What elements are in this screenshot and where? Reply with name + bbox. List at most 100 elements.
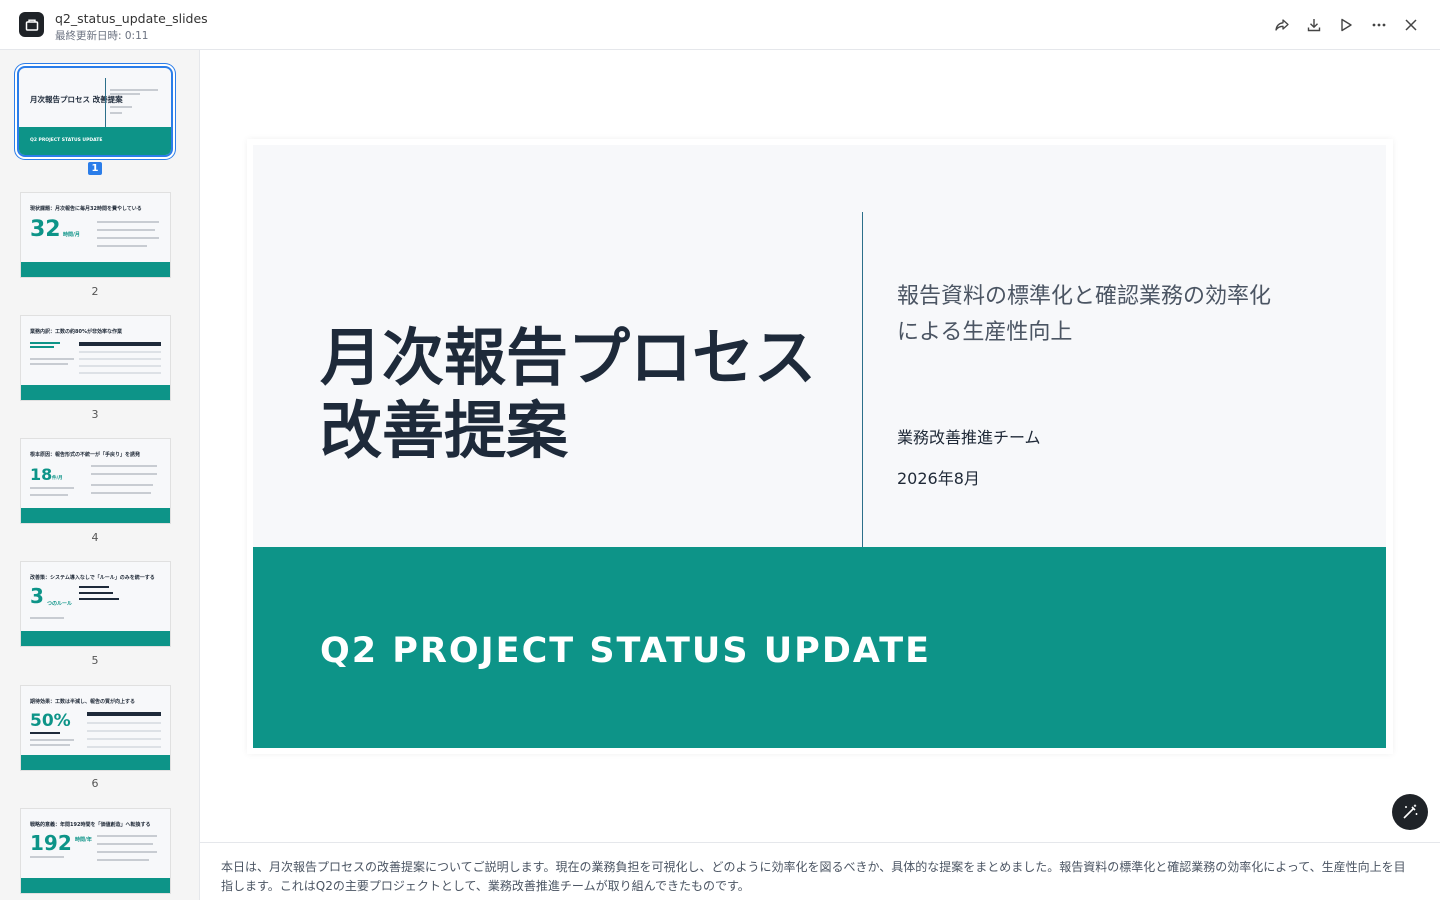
thumbnail-page-number: 5	[91, 654, 99, 667]
magic-wand-icon	[1403, 804, 1418, 819]
thumbnail-slide-2[interactable]: 現状課題：月次報告に毎月32時間を費やしている 32 時間/月	[21, 193, 170, 277]
thumbnail-text-line	[97, 221, 159, 223]
thumbnail-page-number: 2	[91, 285, 99, 298]
thumbnail-table-row	[87, 730, 161, 732]
thumbnail-text-line	[91, 492, 151, 494]
download-button[interactable]	[1302, 13, 1326, 37]
thumbnail-text-line	[30, 494, 68, 496]
last-modified: 最終更新日時: 0:11	[55, 30, 149, 42]
slide-team: 業務改善推進チーム	[897, 428, 1041, 447]
share-button[interactable]	[1270, 13, 1294, 37]
thumbnail-band	[21, 384, 170, 400]
thumbnail-band	[21, 630, 170, 646]
thumbnail-big-number: 192	[30, 831, 72, 855]
thumbnail-page-number: 1	[0, 161, 190, 175]
more-icon	[1372, 23, 1386, 27]
thumbnail-big-unit: 時間/年	[75, 837, 92, 843]
thumbnail-text-line	[30, 856, 64, 858]
thumbnail-text-line	[30, 363, 68, 365]
thumbnail-big-number: 3	[30, 584, 44, 608]
thumbnail-title: 期待効果：工数は半減し、報告の質が向上する	[30, 699, 136, 705]
thumbnail-text-line	[97, 851, 157, 853]
thumbnail-text-line	[97, 245, 147, 247]
speaker-notes[interactable]: 本日は、月次報告プロセスの改善提案についてご説明します。現在の業務負担を可視化し…	[200, 842, 1440, 900]
thumbnail-big-number: 50%	[30, 711, 71, 731]
ai-assist-button[interactable]	[1392, 794, 1428, 830]
thumbnail-band	[21, 877, 170, 893]
thumbnail-table-header	[79, 342, 161, 346]
slide-divider	[862, 212, 863, 548]
more-button[interactable]	[1367, 13, 1391, 37]
thumbnail-band	[21, 754, 170, 770]
thumbnail-title: 現状課題：月次報告に毎月32時間を費やしている	[30, 206, 142, 212]
thumbnail-band	[21, 261, 170, 277]
thumbnail-text-line	[79, 592, 113, 594]
thumbnail-highlight	[30, 342, 66, 351]
thumbnail-big-number: 32	[30, 217, 61, 242]
thumbnail-text-line	[97, 835, 157, 837]
current-slide[interactable]: 月次報告プロセス 改善提案 報告資料の標準化と確認業務の効率化による生産性向上 …	[253, 145, 1386, 748]
thumbnail-title: 根本原因：報告形式の不統一が「手戻り」を誘発	[30, 452, 141, 458]
thumbnail-band	[21, 507, 170, 523]
thumbnail-page-number: 6	[91, 777, 99, 790]
document-title: q2_status_update_slides	[55, 11, 208, 26]
thumbnail-text-line	[79, 598, 119, 600]
play-icon	[1341, 18, 1352, 32]
thumbnail-slide-6[interactable]: 期待効果：工数は半減し、報告の質が向上する 50%	[21, 686, 170, 770]
thumbnail-title: 戦略的意義：年間192時間を「価値創造」へ転換する	[30, 822, 151, 828]
thumbnail-big-number: 18	[30, 465, 53, 484]
slide-title: 月次報告プロセス 改善提案	[320, 321, 817, 467]
share-icon	[1275, 19, 1289, 31]
thumbnail-title: 業務内訳：工数の約80%が非効率な作業	[30, 329, 122, 335]
thumbnail-text-line	[97, 229, 155, 231]
download-icon	[1307, 19, 1321, 32]
thumbnail-table-row	[87, 738, 161, 740]
thumbnail-text-line	[91, 465, 157, 467]
slide-date: 2026年8月	[897, 469, 980, 488]
thumbnail-table-row	[79, 351, 161, 353]
thumbnail-text-line	[79, 586, 109, 588]
slide-band-text: Q2 PROJECT STATUS UPDATE	[320, 631, 932, 671]
slide-band: Q2 PROJECT STATUS UPDATE	[253, 547, 1386, 748]
thumbnail-text-line	[30, 739, 74, 741]
present-button[interactable]	[1334, 13, 1358, 37]
thumbnail-divider	[105, 78, 106, 128]
app-icon	[19, 12, 44, 37]
thumbnail-page-number: 4	[91, 531, 99, 544]
thumbnail-text-line	[91, 473, 157, 475]
close-icon	[1405, 19, 1417, 31]
thumbnail-title: 月次報告プロセス 改善提案	[30, 95, 123, 104]
thumbnail-band: Q2 PROJECT STATUS UPDATE	[19, 127, 171, 155]
thumbnail-text-line	[110, 106, 132, 108]
thumbnail-page-number: 3	[91, 408, 99, 421]
thumbnail-title: 改善策：システム導入なしで「ルール」のみを統一する	[30, 575, 155, 581]
top-bar: q2_status_update_slides 最終更新日時: 0:11	[0, 0, 1440, 50]
thumbnail-slide-4[interactable]: 根本原因：報告形式の不統一が「手戻り」を誘発 18 件/月	[21, 439, 170, 523]
thumbnail-text-line	[30, 617, 64, 619]
thumbnail-slide-1[interactable]: 月次報告プロセス 改善提案 Q2 PROJECT STATUS UPDATE	[19, 68, 171, 155]
slide-frame: 月次報告プロセス 改善提案 報告資料の標準化と確認業務の効率化による生産性向上 …	[247, 139, 1393, 754]
thumbnail-text-line	[30, 732, 60, 734]
slide-subtitle: 報告資料の標準化と確認業務の効率化による生産性向上	[897, 284, 1272, 345]
thumbnail-slide-7[interactable]: 戦略的意義：年間192時間を「価値創造」へ転換する 192 時間/年	[21, 809, 170, 893]
thumbnail-text-line	[30, 358, 74, 360]
thumbnail-text-line	[110, 112, 122, 114]
thumbnail-big-unit: 件/月	[52, 476, 63, 481]
speaker-notes-text: 本日は、月次報告プロセスの改善提案についてご説明します。現在の業務負担を可視化し…	[221, 860, 1406, 893]
thumbnail-text-line	[110, 93, 140, 95]
thumbnail-text-line	[110, 89, 158, 91]
thumbnail-table-row	[87, 746, 161, 748]
thumbnail-text-line	[97, 237, 159, 239]
thumbnail-big-unit: 時間/月	[63, 232, 80, 238]
thumbnail-table-row	[79, 358, 161, 360]
close-button[interactable]	[1399, 13, 1423, 37]
thumbnail-text-line	[30, 487, 74, 489]
thumbnail-big-unit: つのルール	[47, 601, 73, 607]
thumbnail-slide-3[interactable]: 業務内訳：工数の約80%が非効率な作業	[21, 316, 170, 400]
thumbnail-text-line	[30, 744, 70, 746]
thumbnail-text-line	[97, 843, 153, 845]
thumbnail-band-text: Q2 PROJECT STATUS UPDATE	[30, 138, 103, 143]
thumbnail-text-line	[97, 859, 149, 861]
thumbnail-table-row	[79, 372, 161, 374]
thumbnail-slide-5[interactable]: 改善策：システム導入なしで「ルール」のみを統一する 3 つのルール	[21, 562, 170, 646]
